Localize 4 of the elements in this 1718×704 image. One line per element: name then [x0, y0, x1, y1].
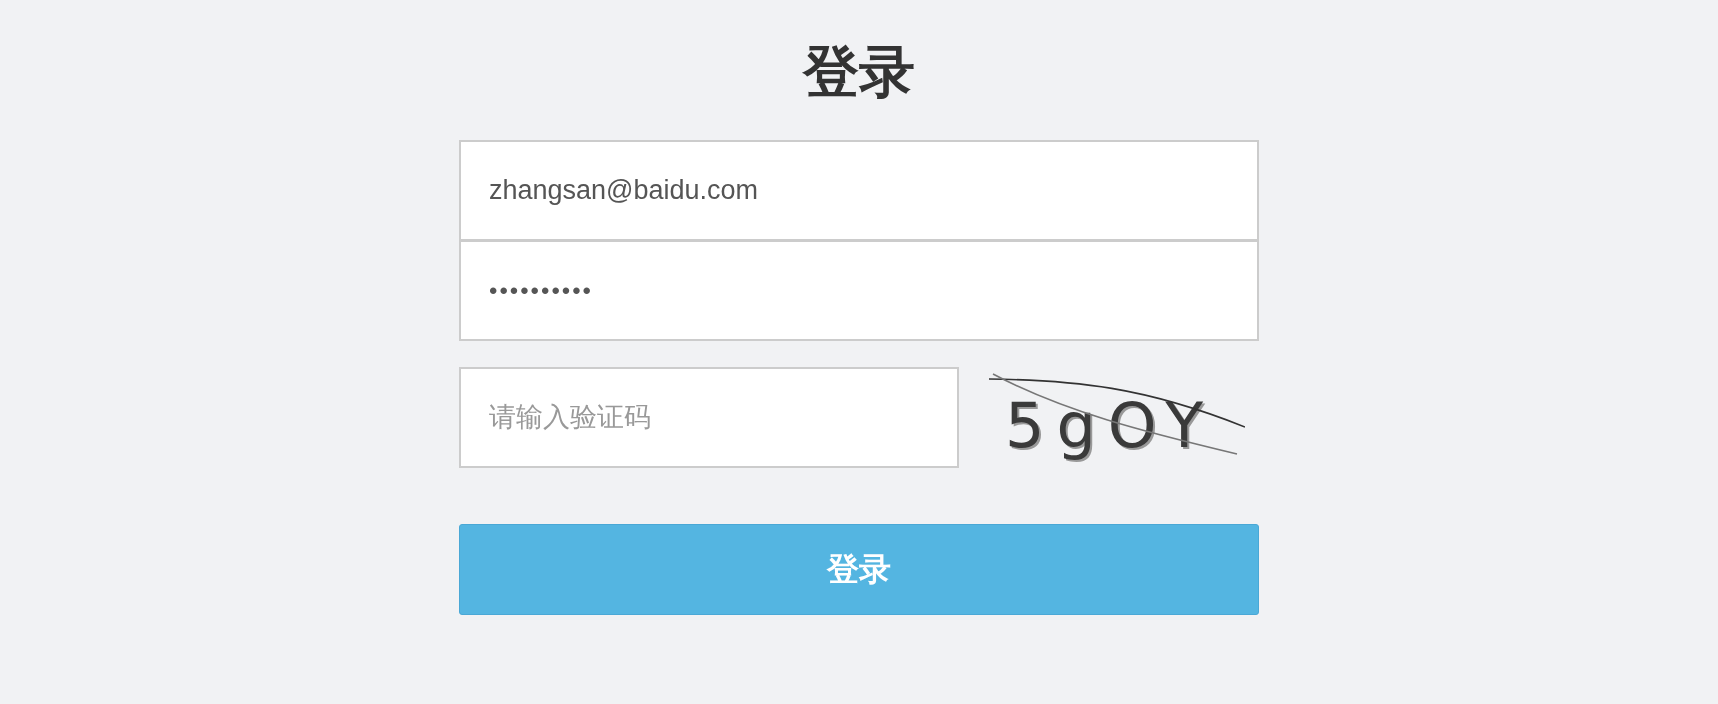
email-field[interactable]: zhangsan@baidu.com [459, 140, 1259, 241]
page-title: 登录 [803, 38, 915, 106]
captcha-input[interactable]: 请输入验证码 [459, 366, 959, 468]
password-field[interactable]: •••••••••• [459, 240, 1259, 341]
